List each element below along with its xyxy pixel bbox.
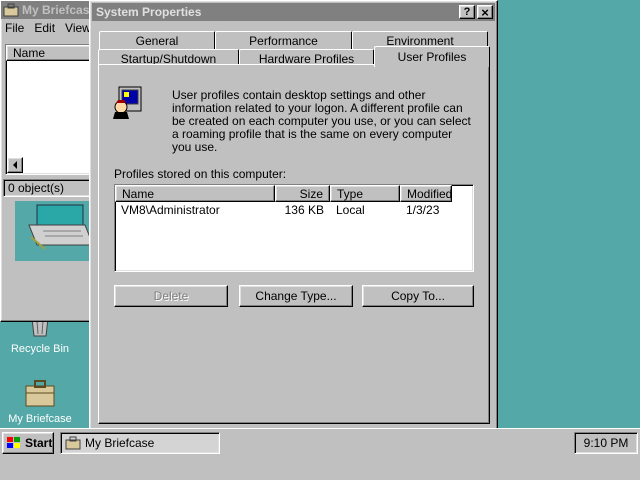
change-type-button-label: Change Type... [255, 289, 337, 303]
profile-row[interactable]: VM8\Administrator 136 KB Local 1/3/23 [115, 202, 473, 218]
recycle-bin-label: Recycle Bin [10, 343, 70, 355]
arrow-left-icon [13, 161, 17, 169]
close-button[interactable]: × [477, 5, 493, 19]
tab-performance-label: Performance [249, 33, 318, 48]
delete-button[interactable]: Delete [114, 285, 228, 307]
column-header-name[interactable]: Name [115, 185, 275, 202]
briefcase-statusbar: 0 object(s) [3, 179, 97, 197]
briefcase-hscroll-left[interactable] [7, 157, 23, 173]
desktop-icon-my-briefcase[interactable]: My Briefcase [0, 378, 80, 425]
briefcase-window: My Briefcase File Edit View Name 0 objec… [0, 0, 100, 322]
tab-performance[interactable]: Performance [215, 31, 352, 49]
briefcase-file-list[interactable]: Name [5, 44, 97, 175]
column-modified-label: Modified [407, 186, 453, 201]
column-name-label: Name [122, 186, 155, 201]
tab-user-profiles-label: User Profiles [397, 50, 467, 64]
briefcase-small-icon [65, 436, 81, 450]
my-briefcase-label: My Briefcase [8, 413, 72, 425]
profile-size: 136 KB [284, 203, 324, 217]
tab-general[interactable]: General [99, 31, 215, 49]
column-header-size[interactable]: Size [275, 185, 330, 202]
briefcase-titlebar[interactable]: My Briefcase [1, 1, 99, 19]
copy-to-button-label: Copy To... [391, 289, 445, 303]
briefcase-title: My Briefcase [22, 3, 97, 17]
dialog-titlebar[interactable]: System Properties ? × [92, 3, 495, 21]
taskbar-task-label: My Briefcase [85, 436, 155, 450]
change-type-button[interactable]: Change Type... [239, 285, 353, 307]
briefcase-small-icon [3, 3, 19, 17]
copy-to-button[interactable]: Copy To... [362, 285, 474, 307]
briefcase-column-name-label: Name [13, 46, 46, 60]
briefcase-icon [25, 380, 55, 407]
clock-time: 9:10 PM [583, 436, 629, 450]
system-tray-clock[interactable]: 9:10 PM [574, 432, 638, 454]
menu-edit[interactable]: Edit [34, 21, 55, 35]
profile-modified: 1/3/23 [406, 203, 440, 217]
profiles-list-label: Profiles stored on this computer: [114, 167, 287, 181]
column-header-modified[interactable]: Modified [400, 185, 452, 202]
user-profiles-icon [113, 86, 142, 119]
briefcase-status-text: 0 object(s) [8, 181, 65, 195]
briefcase-illustration [15, 201, 95, 261]
profiles-list[interactable]: Name Size Type Modified VM8\Administrato… [114, 184, 474, 272]
help-button[interactable]: ? [459, 5, 475, 19]
tab-user-profiles[interactable]: User Profiles [374, 46, 490, 67]
delete-button-label: Delete [153, 289, 189, 303]
profile-type: Local [336, 203, 365, 217]
menu-file[interactable]: File [5, 21, 24, 35]
system-properties-dialog: System Properties ? × General Performanc… [89, 0, 498, 430]
user-profiles-description: User profiles contain desktop settings a… [172, 88, 471, 154]
column-size-label: Size [299, 186, 323, 201]
start-button[interactable]: Start [2, 432, 54, 454]
column-type-label: Type [337, 186, 364, 201]
user-profiles-panel: User profiles contain desktop settings a… [98, 64, 490, 424]
briefcase-menubar: File Edit View [1, 19, 99, 37]
laptop-illustration-icon [28, 204, 94, 250]
start-label: Start [25, 436, 53, 450]
taskbar: Start My Briefcase 9:10 PM [0, 428, 640, 480]
briefcase-column-name[interactable]: Name [6, 45, 96, 61]
windows-logo-icon [7, 437, 20, 448]
column-header-type[interactable]: Type [330, 185, 400, 202]
tab-general-label: General [135, 33, 179, 48]
taskbar-button-my-briefcase[interactable]: My Briefcase [60, 432, 220, 454]
profile-name: VM8\Administrator [121, 203, 220, 217]
menu-view[interactable]: View [65, 21, 91, 35]
profiles-list-header: Name Size Type Modified [115, 185, 473, 202]
dialog-title: System Properties [96, 5, 202, 19]
